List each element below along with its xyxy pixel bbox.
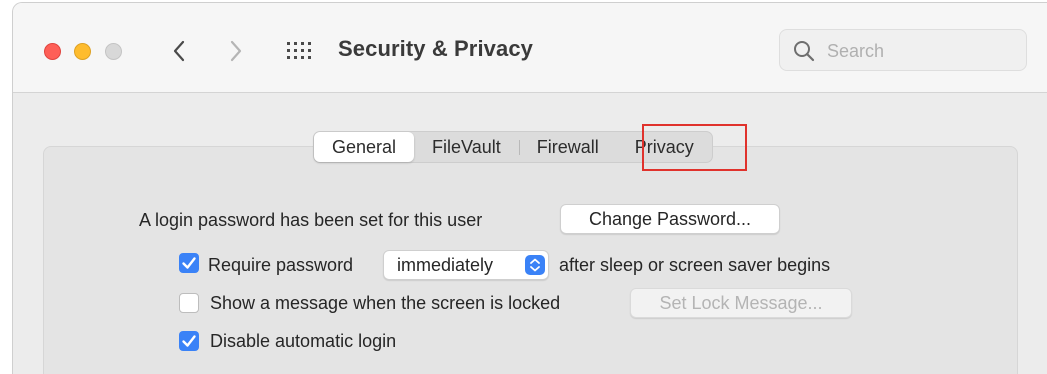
- checkmark-icon: [182, 335, 196, 347]
- title-bar: Security & Privacy Search: [13, 3, 1047, 93]
- zoom-window-button[interactable]: [105, 43, 122, 60]
- preferences-window: Security & Privacy Search General FileVa…: [12, 2, 1047, 374]
- chevron-left-icon: [173, 40, 185, 62]
- forward-button[interactable]: [222, 37, 250, 65]
- tab-general[interactable]: General: [314, 132, 415, 162]
- require-password-label: Require password: [208, 255, 354, 275]
- search-field[interactable]: Search: [779, 29, 1027, 71]
- change-password-button[interactable]: Change Password...: [560, 204, 780, 234]
- show-message-label: Show a message when the screen is locked: [210, 293, 561, 313]
- set-lock-message-button[interactable]: Set Lock Message...: [630, 288, 852, 318]
- privacy-tab-highlight: [642, 124, 747, 171]
- tab-firewall[interactable]: Firewall: [518, 132, 617, 162]
- chevron-up-down-icon: [525, 255, 545, 275]
- select-value: immediately: [397, 255, 494, 275]
- minimize-window-button[interactable]: [74, 43, 91, 60]
- disable-auto-login-label: Disable automatic login: [210, 331, 397, 351]
- close-window-button[interactable]: [44, 43, 61, 60]
- search-placeholder: Search: [827, 41, 885, 61]
- grid-icon: [287, 42, 311, 59]
- chevron-right-icon: [230, 40, 242, 62]
- show-all-button[interactable]: [285, 39, 315, 65]
- tab-filevault[interactable]: FileVault: [414, 132, 519, 162]
- search-icon: [794, 41, 815, 62]
- require-password-suffix: after sleep or screen saver begins: [559, 255, 831, 275]
- back-button[interactable]: [165, 37, 193, 65]
- require-password-checkbox[interactable]: [179, 253, 199, 273]
- require-password-delay-select[interactable]: immediately: [383, 250, 549, 280]
- disable-auto-login-checkbox[interactable]: [179, 331, 199, 351]
- login-password-text: A login password has been set for this u…: [139, 210, 483, 230]
- window-title: Security & Privacy: [338, 36, 534, 61]
- show-message-checkbox[interactable]: [179, 293, 199, 313]
- checkmark-icon: [182, 257, 196, 269]
